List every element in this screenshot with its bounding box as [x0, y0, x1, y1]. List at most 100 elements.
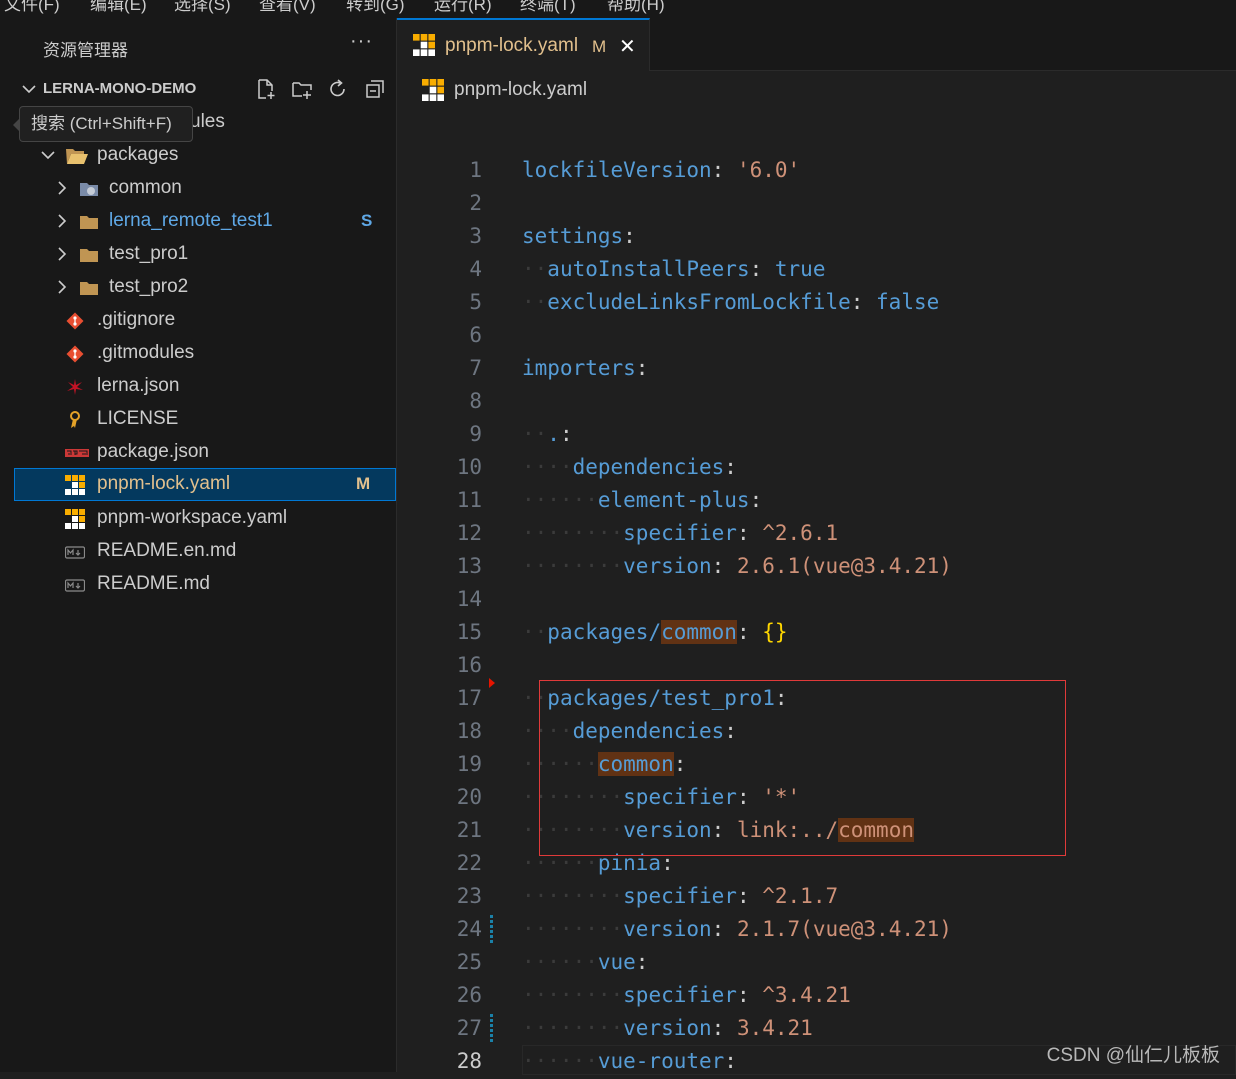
line-number: 15 — [456, 620, 482, 644]
menu-file[interactable]: 文件(F) — [4, 0, 60, 15]
chevron-right-icon — [58, 214, 67, 228]
line-number: 2 — [469, 191, 482, 215]
line-number: 5 — [469, 290, 482, 314]
pnpm-icon — [65, 509, 85, 529]
tab-modified-badge: M — [592, 37, 607, 56]
tree-item-package-json[interactable]: package.json — [14, 436, 396, 469]
code-line[interactable]: 25 ······vue: — [397, 947, 1236, 980]
editor-tab-bar: pnpm-lock.yaml M ✕ — [397, 18, 1236, 71]
line-text: ······vue: — [522, 950, 649, 974]
line-number: 12 — [456, 521, 482, 545]
tab-label: pnpm-lock.yaml — [445, 35, 579, 56]
tree-item-label: packages — [97, 144, 179, 165]
tree-item-label: pnpm-workspace.yaml — [97, 507, 288, 528]
workspace-section-header[interactable]: LERNA-MONO-DEMO — [14, 74, 396, 104]
menu-run[interactable]: 运行(R) — [434, 0, 492, 15]
menu-selection[interactable]: 选择(S) — [174, 0, 231, 15]
menu-help[interactable]: 帮助(H) — [607, 0, 665, 15]
code-line[interactable]: 26 ········specifier: ^3.4.21 — [397, 980, 1236, 1013]
menu-view[interactable]: 查看(V) — [259, 0, 316, 15]
code-line[interactable]: 6 — [397, 320, 1236, 353]
menu-edit[interactable]: 编辑(E) — [90, 0, 147, 15]
line-text: ····dependencies: — [522, 455, 737, 479]
line-text: ··packages/common: {} — [522, 620, 788, 644]
line-number: 10 — [456, 455, 482, 479]
modified-line-marker — [490, 915, 493, 945]
menu-go[interactable]: 转到(G) — [346, 0, 405, 15]
tree-item-readme-md[interactable]: README.md — [14, 568, 396, 601]
tree-item-label: test_pro2 — [109, 276, 189, 297]
line-number: 19 — [456, 752, 482, 776]
code-line[interactable]: 11 ······element-plus: — [397, 485, 1236, 518]
line-number: 25 — [456, 950, 482, 974]
chevron-right-icon — [58, 181, 67, 195]
code-line[interactable]: 8 — [397, 386, 1236, 419]
code-editor[interactable]: 1 lockfileVersion: '6.0' 2 3 settings: 4 ··aut… — [397, 110, 1236, 1073]
line-text: ······element-plus: — [522, 488, 763, 512]
workspace-name: LERNA-MONO-DEMO — [43, 80, 197, 97]
explorer-title: 资源管理器 — [43, 41, 128, 60]
more-actions-icon[interactable]: ··· — [350, 30, 373, 53]
line-text: importers: — [522, 356, 649, 380]
line-number: 4 — [469, 257, 482, 281]
line-text: ········specifier: ^3.4.21 — [522, 983, 851, 1007]
line-number: 6 — [469, 323, 482, 347]
tree-item-label: LICENSE — [97, 408, 179, 429]
tree-item-lerna-json[interactable]: lerna.json — [14, 370, 396, 403]
refresh-icon[interactable] — [327, 78, 349, 100]
tree-item-readme-en-md[interactable]: README.en.md — [14, 535, 396, 568]
git-icon — [66, 312, 84, 330]
line-number: 24 — [456, 917, 482, 941]
code-line[interactable]: 12 ········specifier: ^2.6.1 — [397, 518, 1236, 551]
chevron-right-icon — [58, 280, 67, 294]
code-line[interactable]: 23 ········specifier: ^2.1.7 — [397, 881, 1236, 914]
npm-icon — [65, 449, 89, 457]
breakpoint-marker-icon — [489, 678, 495, 688]
line-number: 28 — [456, 1049, 482, 1073]
line-number: 26 — [456, 983, 482, 1007]
tree-item-test-pro1[interactable]: test_pro1 — [14, 238, 396, 271]
line-text: ········specifier: ^2.1.7 — [522, 884, 839, 908]
new-folder-icon[interactable] — [291, 78, 313, 100]
tree-item-label: pnpm-lock.yaml — [97, 473, 231, 494]
new-file-icon[interactable] — [255, 78, 277, 100]
code-line[interactable]: 7 importers: — [397, 353, 1236, 386]
code-line[interactable]: 2 — [397, 188, 1236, 221]
code-line[interactable]: 14 — [397, 584, 1236, 617]
code-line[interactable]: 1 lockfileVersion: '6.0' — [397, 155, 1236, 188]
close-icon[interactable]: ✕ — [619, 34, 636, 59]
tree-item-pnpm-lock-yaml[interactable]: pnpm-lock.yaml M — [14, 468, 396, 501]
tree-item-test-pro2[interactable]: test_pro2 — [14, 271, 396, 304]
code-line[interactable]: 24 ········version: 2.1.7(vue@3.4.21) — [397, 914, 1236, 947]
tree-item-common[interactable]: common — [14, 172, 396, 205]
git-status-badge: M — [356, 474, 371, 493]
tree-item-gitmodules[interactable]: .gitmodules — [14, 337, 396, 370]
breadcrumb-file[interactable]: pnpm-lock.yaml — [454, 79, 587, 101]
line-number: 9 — [469, 422, 482, 446]
menu-terminal[interactable]: 终端(T) — [520, 0, 576, 15]
code-line[interactable]: 3 settings: — [397, 221, 1236, 254]
node-modules-row-partial[interactable]: ules — [190, 111, 225, 133]
code-line[interactable]: 13 ········version: 2.6.1(vue@3.4.21) — [397, 551, 1236, 584]
tree-item-license[interactable]: LICENSE — [14, 403, 396, 436]
collapse-all-icon[interactable] — [364, 78, 386, 100]
tab-pnpm-lock-yaml[interactable]: pnpm-lock.yaml M ✕ — [397, 18, 650, 71]
tree-item-lerna-remote-test1[interactable]: lerna_remote_test1 S — [14, 205, 396, 238]
watermark: CSDN @仙仁儿板板 — [1046, 1045, 1220, 1066]
tree-item-gitignore[interactable]: .gitignore — [14, 304, 396, 337]
tree-item-packages[interactable]: packages — [14, 139, 396, 172]
folder-open-icon — [66, 149, 88, 164]
code-line[interactable]: 4 ··autoInstallPeers: true — [397, 254, 1236, 287]
line-number: 1 — [469, 158, 482, 182]
tree-item-pnpm-workspace-yaml[interactable]: pnpm-workspace.yaml — [14, 502, 396, 535]
code-line[interactable]: 16 — [397, 650, 1236, 683]
line-number: 7 — [469, 356, 482, 380]
code-line[interactable]: 10 ····dependencies: — [397, 452, 1236, 485]
folder-icon — [80, 216, 98, 229]
line-number: 20 — [456, 785, 482, 809]
code-line[interactable]: 9 ··.: — [397, 419, 1236, 452]
line-text: ··.: — [522, 422, 573, 446]
code-line[interactable]: 15 ··packages/common: {} — [397, 617, 1236, 650]
activity-bar-edge — [0, 18, 12, 1072]
code-line[interactable]: 5 ··excludeLinksFromLockfile: false — [397, 287, 1236, 320]
